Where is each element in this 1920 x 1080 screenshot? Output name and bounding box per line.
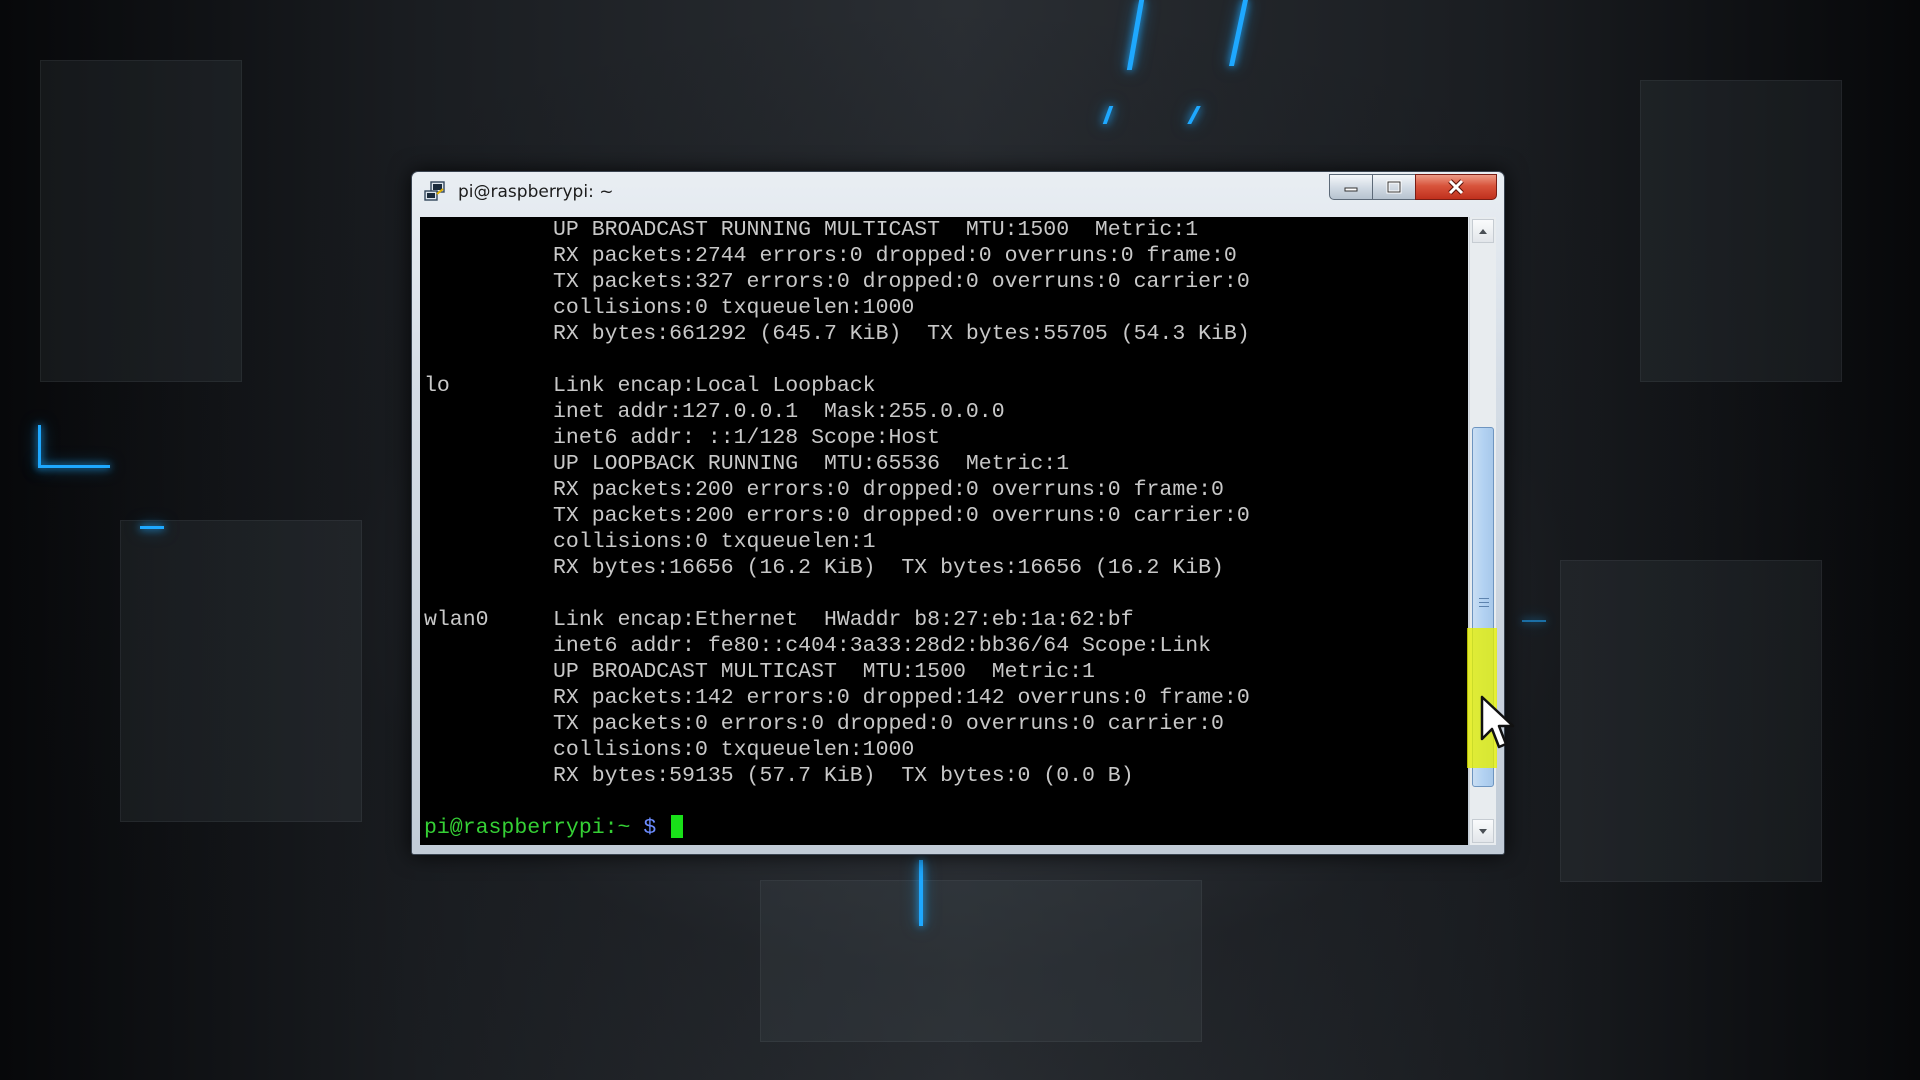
mouse-pointer-icon xyxy=(1480,695,1515,749)
scroll-up-arrow-icon xyxy=(1479,228,1487,234)
bg-panel xyxy=(120,520,362,822)
terminal-line: RX bytes:661292 (645.7 KiB) TX bytes:557… xyxy=(424,322,1250,346)
maximize-button[interactable] xyxy=(1372,174,1416,200)
scroll-up-button[interactable] xyxy=(1472,219,1494,243)
terminal-line: RX bytes:59135 (57.7 KiB) TX bytes:0 (0.… xyxy=(424,764,1134,788)
terminal-line: UP BROADCAST MULTICAST MTU:1500 Metric:1 xyxy=(424,660,1095,684)
close-button[interactable] xyxy=(1415,174,1497,200)
scrollbar-grip xyxy=(1479,597,1489,599)
neon-line xyxy=(1522,620,1546,622)
terminal-line: collisions:0 txqueuelen:1000 xyxy=(424,738,915,762)
terminal-line: RX packets:200 errors:0 dropped:0 overru… xyxy=(424,478,1224,502)
terminal-line: inet6 addr: fe80::c404:3a33:28d2:bb36/64… xyxy=(424,634,1212,658)
prompt-user: pi@raspberrypi:~ xyxy=(424,816,631,840)
terminal-line: TX packets:0 errors:0 dropped:0 overruns… xyxy=(424,712,1224,736)
terminal-line: inet addr:127.0.0.1 Mask:255.0.0.0 xyxy=(424,400,1005,424)
scrollbar-grip xyxy=(1479,601,1489,603)
terminal-line: UP LOOPBACK RUNNING MTU:65536 Metric:1 xyxy=(424,452,1070,476)
window-title: pi@raspberrypi: ~ xyxy=(458,182,614,202)
terminal-output[interactable]: UP BROADCAST RUNNING MULTICAST MTU:1500 … xyxy=(420,217,1468,845)
terminal-line: collisions:0 txqueuelen:1000 xyxy=(424,296,915,320)
scroll-down-arrow-icon xyxy=(1479,828,1487,834)
terminal-line: TX packets:327 errors:0 dropped:0 overru… xyxy=(424,270,1250,294)
neon-line xyxy=(1187,106,1201,124)
terminal-line: lo Link encap:Local Loopback xyxy=(424,374,876,398)
bg-panel xyxy=(40,60,242,382)
terminal-line: RX packets:2744 errors:0 dropped:0 overr… xyxy=(424,244,1237,268)
terminal-window: pi@raspberrypi: ~ UP BROADCAST RUNNING M… xyxy=(411,171,1505,855)
text-cursor xyxy=(671,815,684,838)
terminal-text: UP BROADCAST RUNNING MULTICAST MTU:1500 … xyxy=(424,217,1250,815)
bg-panel xyxy=(1560,560,1822,882)
prompt-symbol: $ xyxy=(630,816,670,840)
terminal-line: UP BROADCAST RUNNING MULTICAST MTU:1500 … xyxy=(424,218,1199,242)
maximize-icon xyxy=(1386,180,1402,194)
desktop-background: pi@raspberrypi: ~ UP BROADCAST RUNNING M… xyxy=(0,0,1920,1080)
putty-icon xyxy=(424,181,446,203)
neon-line xyxy=(38,425,41,467)
terminal-line: wlan0 Link encap:Ethernet HWaddr b8:27:e… xyxy=(424,608,1134,632)
terminal-line: RX bytes:16656 (16.2 KiB) TX bytes:16656… xyxy=(424,556,1224,580)
terminal-line: collisions:0 txqueuelen:1 xyxy=(424,530,876,554)
command-prompt[interactable]: pi@raspberrypi:~ $ xyxy=(424,815,684,841)
neon-line xyxy=(140,526,164,529)
terminal-line: TX packets:200 errors:0 dropped:0 overru… xyxy=(424,504,1250,528)
neon-line xyxy=(38,465,110,468)
scrollbar-grip xyxy=(1479,605,1489,607)
neon-line xyxy=(1102,106,1114,124)
minimize-icon xyxy=(1344,187,1358,192)
bg-panel xyxy=(1640,80,1842,382)
title-bar[interactable]: pi@raspberrypi: ~ xyxy=(412,172,1504,212)
close-icon xyxy=(1448,179,1464,195)
neon-line xyxy=(919,860,923,926)
neon-line xyxy=(1126,0,1145,70)
terminal-line: inet6 addr: ::1/128 Scope:Host xyxy=(424,426,941,450)
minimize-button[interactable] xyxy=(1329,174,1373,200)
scroll-down-button[interactable] xyxy=(1472,819,1494,843)
neon-line xyxy=(1228,0,1249,66)
bg-panel xyxy=(760,880,1202,1042)
terminal-line: RX packets:142 errors:0 dropped:142 over… xyxy=(424,686,1250,710)
